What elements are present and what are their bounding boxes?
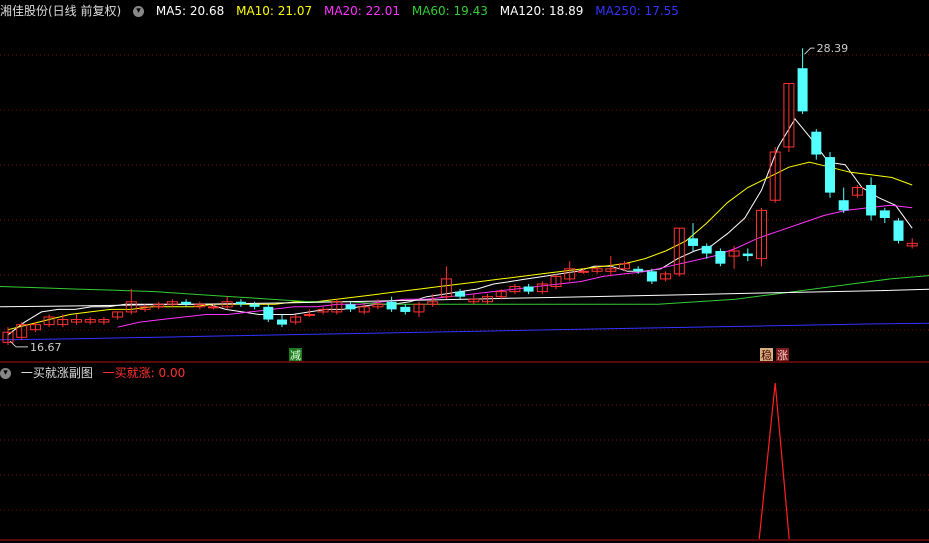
candle-body — [646, 271, 657, 282]
candle-body — [455, 291, 466, 297]
candlestick-chart[interactable]: 28.39 16.67 减 稳涨 — [0, 0, 929, 543]
candle-body — [633, 268, 644, 272]
ma-line-ma250 — [0, 322, 929, 341]
candle-body — [577, 270, 589, 273]
candle-body — [523, 286, 534, 292]
high-arrow — [804, 47, 815, 55]
ma-line-ma60 — [0, 275, 929, 305]
candle-body — [249, 304, 260, 307]
candle-body — [701, 245, 712, 254]
candle-body — [235, 301, 246, 305]
candle-body — [208, 306, 219, 309]
candle-body — [866, 185, 877, 216]
jian-marker: 减 — [290, 349, 301, 362]
candle-body — [797, 68, 808, 112]
candle-body — [263, 306, 274, 320]
candle-body — [688, 238, 698, 246]
candle-body — [345, 304, 356, 310]
candle-body — [715, 251, 726, 264]
candle-body — [893, 220, 904, 241]
candle-body — [742, 253, 753, 257]
candle-body — [879, 210, 890, 218]
low-price-label: 16.67 — [30, 341, 62, 354]
candle-body — [277, 319, 287, 325]
candle-body — [303, 313, 315, 316]
candle-body — [811, 131, 822, 155]
wen-marker: 稳 — [761, 348, 772, 362]
candle-body — [400, 306, 411, 312]
indicator-spike — [758, 382, 790, 540]
candle-body — [825, 157, 835, 193]
candle-body — [386, 301, 397, 310]
candle-body — [181, 301, 192, 305]
zhang-marker: 涨 — [777, 349, 788, 362]
candle-body — [838, 200, 849, 211]
ma-line-ma5 — [7, 118, 913, 336]
ma-line-ma20 — [117, 204, 913, 328]
high-price-label: 28.39 — [817, 42, 849, 55]
